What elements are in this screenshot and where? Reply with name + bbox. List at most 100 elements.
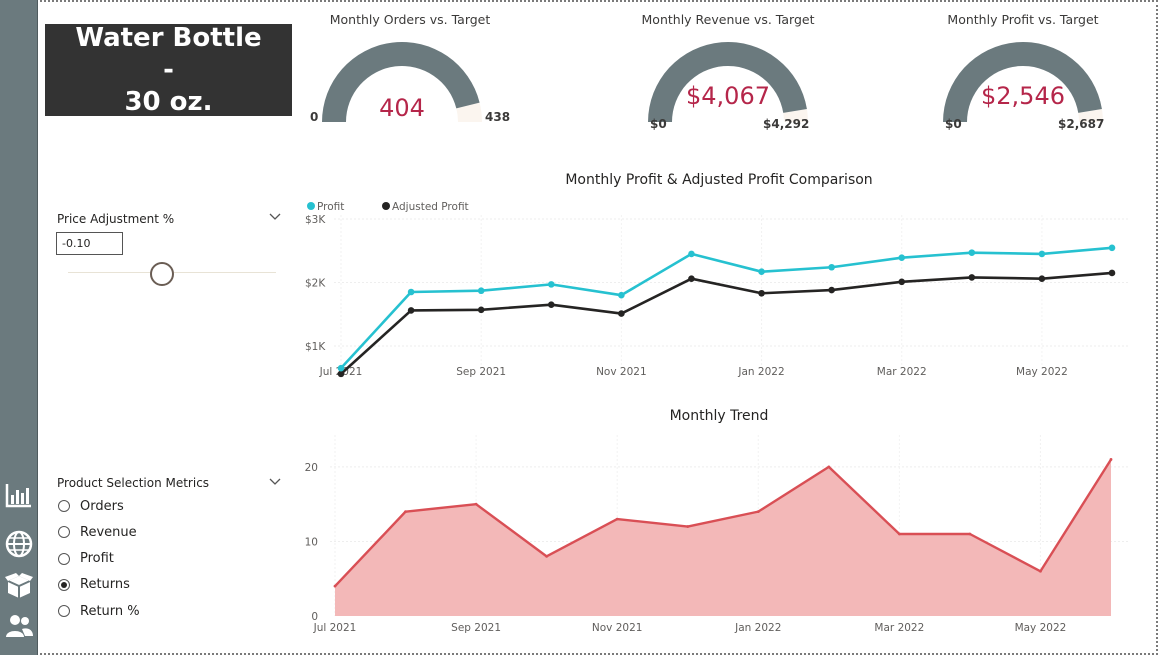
data-point <box>615 517 619 521</box>
price-adjustment-input[interactable]: -0.10 <box>56 232 123 255</box>
monthly-trend-chart: 01020Jul 2021 Sep 2021 Nov 2021 Jan 2022 Mar… <box>305 435 1130 634</box>
gauge-title: Monthly Orders vs. Target <box>329 12 491 27</box>
series-line-adjusted-profit <box>340 271 1113 375</box>
data-point <box>407 288 415 296</box>
y-tick-label: $3K <box>305 214 326 226</box>
data-point <box>898 254 906 262</box>
data-point <box>404 510 407 514</box>
legend-marker <box>307 202 315 210</box>
profit-comparison-chart: Profit Adjusted Profit$1K$2K$3KJul 2021 Se… <box>305 201 1130 378</box>
gauge-max: $2,687 <box>1058 117 1105 131</box>
data-point <box>827 465 831 469</box>
data-point <box>756 510 760 514</box>
radio-button[interactable] <box>58 500 70 512</box>
data-point <box>828 263 835 271</box>
radio-label: Orders <box>80 498 124 514</box>
radio-button[interactable] <box>58 526 70 539</box>
legend-label: Profit <box>317 201 344 213</box>
x-tick-label: Nov 2021 <box>596 366 647 378</box>
users-icon[interactable] <box>4 611 34 641</box>
data-point <box>337 364 345 372</box>
metric-option-profit[interactable]: Profit <box>58 550 114 568</box>
radio-label: Returns <box>80 577 130 593</box>
globe-icon[interactable] <box>4 529 34 559</box>
gauge-min: $0 <box>945 117 962 131</box>
data-point <box>1109 458 1113 461</box>
data-point <box>828 286 835 294</box>
radio-button[interactable] <box>58 552 70 565</box>
legend-marker <box>382 202 390 210</box>
product-title: Water Bottle -30 oz. <box>75 23 262 117</box>
trend-area <box>335 459 1111 616</box>
x-tick-label: Mar 2022 <box>874 622 924 634</box>
gauge-value: $2,546 <box>981 82 1065 110</box>
data-point <box>1108 244 1116 252</box>
gauge-max: 438 <box>485 110 511 124</box>
bar-chart-icon[interactable] <box>4 480 34 510</box>
y-tick-label: 20 <box>305 462 318 474</box>
radio-button[interactable] <box>58 605 70 618</box>
x-tick-label: Mar 2022 <box>877 366 927 378</box>
gauge-max: $4,292 <box>763 117 810 131</box>
data-point <box>968 249 976 256</box>
box-icon[interactable] <box>4 571 34 601</box>
radio-label: Revenue <box>80 524 137 540</box>
x-tick-label: Nov 2021 <box>592 622 643 634</box>
data-point <box>337 370 345 378</box>
data-point <box>547 301 555 308</box>
y-tick-label: $1K <box>305 341 326 353</box>
trend-chart-title: Monthly Trend <box>669 408 769 424</box>
metric-option-revenue[interactable]: Revenue <box>58 523 137 541</box>
x-tick-label: Sep 2021 <box>451 622 501 634</box>
x-tick-label: Jan 2022 <box>734 622 781 634</box>
product-title-card: Water Bottle -30 oz. <box>45 23 292 117</box>
metric-option-returns[interactable]: Returns <box>58 576 130 594</box>
gauge-min: $0 <box>650 117 667 131</box>
data-point <box>407 307 415 314</box>
nav-sidebar <box>0 0 38 655</box>
data-point <box>477 306 485 314</box>
x-tick-label: Sep 2021 <box>456 366 506 378</box>
data-point <box>968 532 972 536</box>
radio-label: Profit <box>80 551 114 567</box>
gauge-value: 404 <box>379 94 425 122</box>
y-tick-label: $2K <box>305 277 326 289</box>
data-point <box>897 532 901 536</box>
gauge-value: $4,067 <box>686 82 770 110</box>
data-point <box>1038 250 1046 258</box>
data-point <box>618 291 625 299</box>
x-tick-label: Jan 2022 <box>737 366 784 378</box>
chevron-down-icon[interactable] <box>269 478 281 486</box>
data-point <box>1038 275 1046 282</box>
gauge-min: 0 <box>310 110 319 124</box>
data-point <box>477 287 485 295</box>
slicer-label: Price Adjustment % <box>57 212 175 226</box>
metric-option-return[interactable]: Return % <box>58 602 140 620</box>
data-point <box>618 310 625 317</box>
legend-label: Adjusted Profit <box>392 201 469 213</box>
gauge-title: Monthly Profit vs. Target <box>947 12 1099 27</box>
data-point <box>758 289 765 297</box>
data-point <box>333 584 337 588</box>
data-point <box>545 554 549 558</box>
x-tick-label: May 2022 <box>1015 622 1067 634</box>
slicer-label: Product Selection Metrics <box>57 476 210 490</box>
x-tick-label: Jul 2021 <box>313 622 357 634</box>
gauge-title: Monthly Revenue vs. Target <box>641 12 815 27</box>
series-line-profit <box>340 246 1113 370</box>
data-point <box>547 281 555 288</box>
data-point <box>474 502 478 506</box>
data-point <box>968 274 976 281</box>
data-point <box>898 278 906 286</box>
slider-handle[interactable] <box>150 262 174 286</box>
x-tick-label: May 2022 <box>1016 366 1068 378</box>
data-point <box>686 525 690 528</box>
data-point <box>1108 269 1116 277</box>
chevron-down-icon[interactable] <box>269 213 281 221</box>
metric-option-orders[interactable]: Orders <box>58 497 124 515</box>
data-point <box>758 268 765 275</box>
radio-button[interactable] <box>58 578 70 591</box>
data-point <box>688 250 695 258</box>
data-point <box>688 275 695 282</box>
radio-label: Return % <box>80 603 140 619</box>
